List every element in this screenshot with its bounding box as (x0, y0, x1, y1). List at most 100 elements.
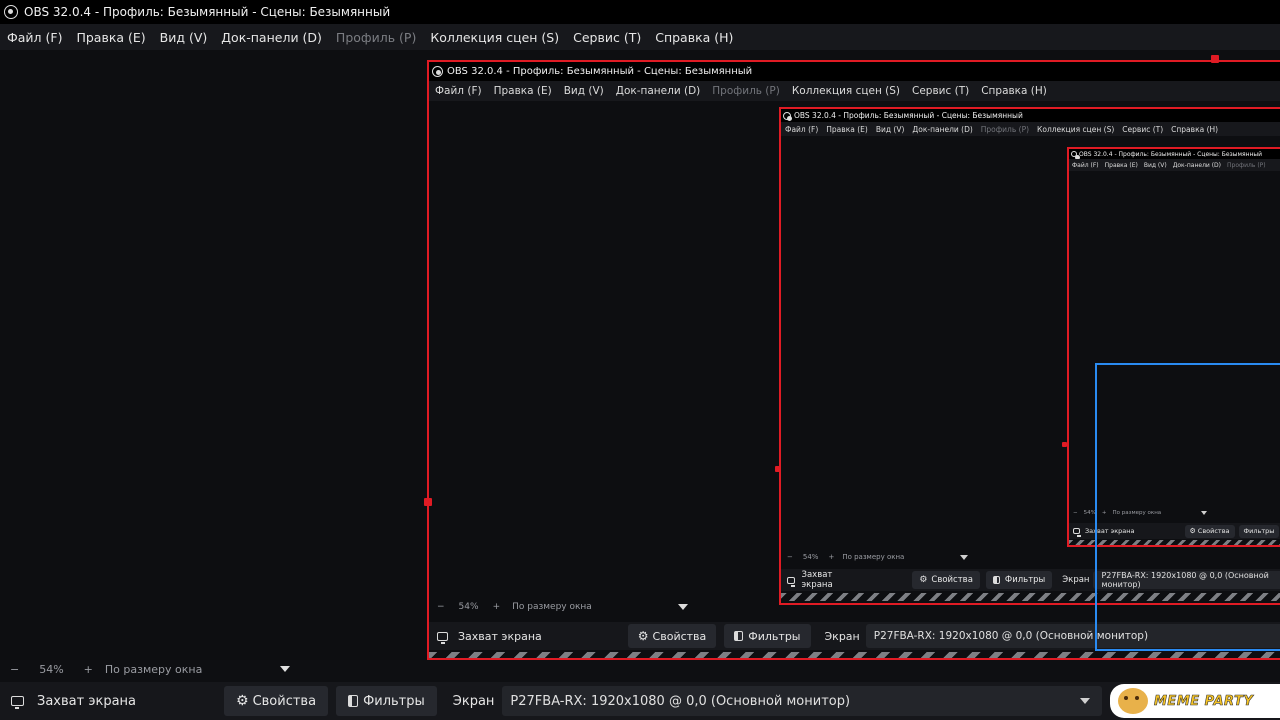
meme-party-watermark: MEME PARTY (1110, 684, 1280, 718)
nested2-menu-tools: Сервис (T) (1122, 124, 1164, 134)
monitor-icon (11, 696, 24, 709)
nested-menu-help: Справка (H) (981, 85, 1047, 97)
menu-docks[interactable]: Док-панели (D) (214, 30, 329, 45)
nested-properties-button: ⚙ Свойства (627, 624, 717, 648)
nested-hazard-stripe (429, 652, 1280, 658)
properties-label: Свойства (252, 693, 317, 709)
nested-fit-caret-icon (677, 604, 688, 610)
menu-bar: Файл (F) Правка (E) Вид (V) Док-панели (… (0, 24, 1280, 50)
zoom-in-button[interactable]: + (84, 663, 93, 676)
nested-titlebar: OBS 32.0.4 - Профиль: Безымянный - Сцены… (429, 62, 1280, 81)
nested-window-title: OBS 32.0.4 - Профиль: Безымянный - Сцены… (447, 66, 753, 77)
nested3-menu-profile: Профиль (P) (1227, 161, 1266, 169)
source-name: Захват экрана (37, 693, 136, 709)
screen-select-value: P27FBA-RX: 1920x1080 @ 0,0 (Основной мон… (510, 693, 851, 709)
nested-menu-file: Файл (F) (435, 85, 482, 97)
properties-button[interactable]: ⚙ Свойства (224, 686, 329, 716)
nested-handle-left-2 (775, 466, 781, 472)
menu-scene-collection[interactable]: Коллекция сцен (S) (423, 30, 566, 45)
nested2-zoom-bar: − 54% + По размеру окна (787, 553, 969, 561)
nested-source-name: Захват экрана (458, 629, 542, 643)
nested-filters-button: Фильтры (724, 624, 811, 648)
nested3-monitor-icon (1073, 528, 1081, 537)
nested-menu-docks: Док-панели (D) (615, 85, 701, 97)
nested-menu-tools: Сервис (T) (912, 85, 970, 97)
nested2-window-title: OBS 32.0.4 - Профиль: Безымянный - Сцены… (794, 111, 1023, 120)
transform-handle-left[interactable] (424, 498, 432, 506)
obs-logo-icon (783, 111, 792, 121)
filters-button[interactable]: Фильтры (336, 686, 437, 716)
nested3-menu-edit: Правка (E) (1104, 161, 1138, 169)
nested-menu-scene-collection: Коллекция сцен (S) (791, 85, 901, 97)
nested-menu-edit: Правка (E) (493, 85, 552, 97)
nested3-zoom-out: − (1073, 510, 1078, 516)
nested3-zoom-level: 54% (1083, 510, 1096, 516)
nested-filters-label: Фильтры (748, 629, 801, 643)
nested2-titlebar: OBS 32.0.4 - Профиль: Безымянный - Сцены… (781, 109, 1280, 122)
nested-handle-left-3 (1062, 442, 1067, 447)
obs-logo-icon (432, 66, 443, 77)
transform-handle-top[interactable] (1211, 55, 1219, 63)
gear-icon: ⚙ (637, 629, 649, 643)
nested2-menu-view: Вид (V) (875, 124, 905, 134)
menu-tools[interactable]: Сервис (T) (566, 30, 648, 45)
menu-profile: Профиль (P) (335, 29, 417, 45)
zoom-out-button[interactable]: − (10, 663, 19, 676)
source-toolbar: Захват экрана ⚙ Свойства Фильтры Экран P… (0, 682, 1280, 720)
window-title: OBS 32.0.4 - Профиль: Безымянный - Сцены… (24, 5, 391, 19)
chevron-down-icon[interactable] (1080, 698, 1091, 704)
chevron-down-icon[interactable] (280, 666, 291, 672)
nested-monitor-icon (437, 631, 448, 644)
nested-menu-view: Вид (V) (563, 85, 604, 97)
window-titlebar: OBS 32.0.4 - Профиль: Безымянный - Сцены… (0, 0, 1280, 24)
nested2-menu-scene-collection: Коллекция сцен (S) (1037, 124, 1115, 134)
filter-icon (992, 576, 1000, 584)
nested3-titlebar: OBS 32.0.4 - Профиль: Безымянный - Сцены… (1069, 149, 1280, 160)
nested3-menu-docks: Док-панели (D) (1172, 161, 1222, 169)
preview-canvas[interactable]: OBS 32.0.4 - Профиль: Безымянный - Сцены… (0, 50, 1280, 660)
nested-zoom-in: + (492, 602, 501, 612)
nested2-zoom-out: − (787, 553, 793, 561)
nested2-properties-label: Свойства (931, 575, 973, 585)
watermark-text: MEME PARTY (1154, 693, 1254, 709)
menu-file[interactable]: Файл (F) (0, 30, 69, 45)
zoom-level: 54% (39, 662, 64, 676)
nested3-menu-bar: Файл (F) Правка (E) Вид (V) Док-панели (… (1069, 159, 1280, 171)
obs-logo-icon (1071, 151, 1080, 160)
nested2-monitor-icon (787, 576, 795, 587)
menu-help[interactable]: Справка (H) (648, 30, 740, 45)
nested2-menu-file: Файл (F) (785, 124, 819, 134)
nested-menu-bar: Файл (F) Правка (E) Вид (V) Док-панели (… (429, 81, 1280, 101)
nested2-screen-label: Экран (1062, 575, 1090, 585)
nested2-menu-help: Справка (H) (1171, 124, 1219, 134)
selection-rectangle (1095, 363, 1280, 651)
screen-select[interactable]: P27FBA-RX: 1920x1080 @ 0,0 (Основной мон… (502, 686, 1103, 716)
nested2-fit-label: По размеру окна (842, 553, 905, 561)
nested2-properties-button: ⚙ Свойства (912, 571, 980, 589)
gear-icon: ⚙ (919, 575, 928, 585)
fit-to-window-dropdown[interactable]: По размеру окна (105, 663, 202, 676)
nested3-window-title: OBS 32.0.4 - Профиль: Безымянный - Сцены… (1079, 150, 1263, 158)
nested-zoom-bar: − 54% + По размеру окна (437, 602, 688, 612)
nested2-zoom-in: + (828, 553, 835, 561)
nested2-filters-button: Фильтры (985, 571, 1053, 589)
menu-edit[interactable]: Правка (E) (69, 30, 152, 45)
doge-icon (1118, 688, 1148, 714)
nested-screen-label: Экран (824, 629, 860, 643)
obs-logo-icon (4, 5, 18, 19)
filter-icon (734, 631, 744, 641)
nested3-menu-file: Файл (F) (1072, 161, 1099, 169)
nested2-zoom-level: 54% (802, 553, 819, 561)
nested2-menu-profile: Профиль (P) (980, 124, 1030, 134)
filters-label: Фильтры (363, 693, 425, 709)
zoom-bar: − 54% + По размеру окна (10, 662, 291, 676)
nested2-menu-bar: Файл (F) Правка (E) Вид (V) Док-панели (… (781, 122, 1280, 136)
nested-zoom-out: − (437, 602, 445, 612)
nested-properties-label: Свойства (652, 629, 707, 643)
nested-zoom-level: 54% (458, 602, 479, 612)
menu-view[interactable]: Вид (V) (153, 30, 215, 45)
nested3-menu-view: Вид (V) (1143, 161, 1167, 169)
nested2-menu-docks: Док-панели (D) (912, 124, 973, 134)
nested2-fit-caret-icon (960, 554, 969, 560)
nested2-menu-edit: Правка (E) (826, 124, 868, 134)
